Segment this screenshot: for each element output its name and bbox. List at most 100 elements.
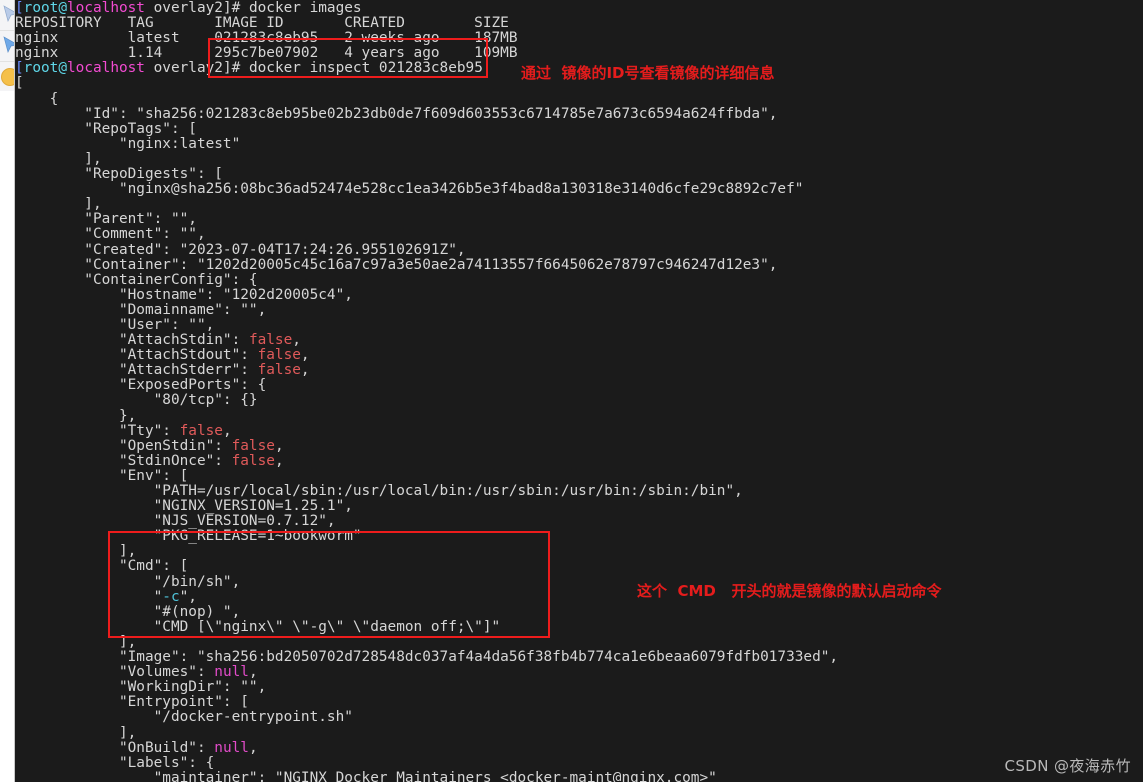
terminal-text: { — [15, 90, 59, 107]
terminal-line: "Volumes": null, — [15, 665, 1143, 680]
terminal-line: "ExposedPorts": { — [15, 378, 1143, 393]
terminal-text: "ExposedPorts": { — [15, 377, 267, 394]
json-key: "Volumes": — [15, 664, 215, 681]
terminal-line: "OnBuild": null, — [15, 739, 1143, 756]
terminal-text: "Cmd": [ — [15, 558, 189, 575]
terminal-line: "AttachStdin": false, — [15, 333, 1143, 348]
prompt-host: localhost — [67, 0, 145, 16]
terminal-text: "Container": "1202d20005c45c16a7c97a3e50… — [15, 256, 778, 273]
terminal-line: "OpenStdin": false, — [15, 437, 1143, 454]
terminal-text: "Image": "sha256:bd2050702d728548dc037af… — [15, 649, 839, 666]
terminal-text: ], — [15, 633, 137, 650]
json-literal: null — [214, 664, 249, 681]
terminal-text: "Hostname": "1202d20005c4", — [15, 286, 353, 303]
cursor-arrow-icon — [3, 5, 14, 22]
terminal-line: "Created": "2023-07-04T17:24:26.95510269… — [15, 242, 1143, 258]
sidebar-slot-3[interactable] — [0, 62, 14, 93]
json-key: "Tty": — [15, 422, 180, 439]
terminal-line: ], — [15, 633, 1143, 650]
terminal-line: "-c", — [15, 588, 1143, 605]
prompt-path: overlay2]# — [144, 60, 249, 77]
watermark: CSDN @夜海赤竹 — [1004, 757, 1131, 775]
terminal-line: "CMD [\"nginx\" \"-g\" \"daemon off;\"]" — [15, 618, 1143, 635]
json-flag-value: -c — [162, 588, 180, 605]
terminal-line: "Comment": "", — [15, 227, 1143, 242]
json-key: "OnBuild": — [15, 739, 215, 756]
terminal-text: "CMD [\"nginx\" \"-g\" \"daemon off;\"]" — [15, 618, 501, 635]
terminal-text: "Labels": { — [15, 754, 215, 771]
terminal-text: "User": "", — [15, 316, 215, 333]
terminal-text: ], — [15, 150, 102, 167]
terminal-line: "Hostname": "1202d20005c4", — [15, 286, 1143, 303]
terminal-line: "Cmd": [ — [15, 559, 1143, 574]
terminal-line: "nginx@sha256:08bc36ad52474e528cc1ea3426… — [15, 182, 1143, 197]
terminal-text: "Parent": "", — [15, 211, 197, 228]
terminal-text: "Domainname": "", — [15, 301, 267, 318]
json-punctuation: , — [274, 452, 284, 469]
prompt-bracket: [ — [15, 0, 24, 16]
json-key: "AttachStdout": — [15, 347, 258, 364]
terminal-line: ], — [15, 150, 1143, 167]
terminal-text: "/docker-entrypoint.sh" — [15, 709, 353, 726]
terminal-line: REPOSITORY TAG IMAGE ID CREATED SIZE — [15, 16, 1143, 31]
terminal-text: "nginx@sha256:08bc36ad52474e528cc1ea3426… — [15, 181, 804, 198]
terminal-line: { — [15, 90, 1143, 107]
annotation-cmd-default-start: 这个 CMD 开头的就是镜像的默认启动命令 — [637, 582, 942, 600]
terminal-line: "nginx:latest" — [15, 135, 1143, 152]
terminal-line: "PATH=/usr/local/sbin:/usr/local/bin:/us… — [15, 483, 1143, 499]
prompt-path: overlay2]# — [144, 0, 249, 16]
terminal-line: ], — [15, 544, 1143, 559]
json-literal: false — [257, 347, 301, 364]
json-literal: false — [231, 452, 275, 469]
terminal-command: docker images — [248, 0, 362, 16]
json-key: "OpenStdin": — [15, 437, 232, 454]
terminal-text: ], — [15, 724, 137, 741]
terminal-text: "PATH=/usr/local/sbin:/usr/local/bin:/us… — [15, 483, 743, 499]
terminal-command: docker inspect 021283c8eb95 — [248, 60, 483, 77]
terminal-text: nginx 1.14 295c7be07902 4 years ago 109M… — [15, 45, 518, 62]
terminal-line: "NJS_VERSION=0.7.12", — [15, 514, 1143, 529]
terminal-line: "WorkingDir": "", — [15, 680, 1143, 695]
terminal-line: "Domainname": "", — [15, 301, 1143, 318]
prompt-bracket: [ — [15, 60, 24, 77]
prompt-user: root@ — [23, 0, 67, 16]
terminal-text: "Entrypoint": [ — [15, 694, 249, 711]
terminal-text: "NJS_VERSION=0.7.12", — [15, 513, 336, 530]
terminal-line: "ContainerConfig": { — [15, 272, 1143, 288]
terminal-line: "Id": "sha256:021283c8eb95be02b23db0de7f… — [15, 105, 1143, 122]
terminal-text: "maintainer": "NGINX Docker Maintainers … — [15, 769, 717, 782]
terminal-line: "Parent": "", — [15, 212, 1143, 227]
terminal-text: "PKG_RELEASE=1~bookworm" — [15, 528, 362, 545]
terminal-line: "Entrypoint": [ — [15, 695, 1143, 710]
terminal-text: "/bin/sh", — [15, 573, 241, 590]
json-key: "AttachStdin": — [15, 332, 249, 349]
json-punctuation: , — [300, 362, 310, 379]
json-punctuation: , — [222, 422, 232, 439]
terminal-line: "AttachStderr": false, — [15, 363, 1143, 378]
sidebar-slot-2[interactable] — [0, 31, 14, 62]
terminal-text: "nginx:latest" — [15, 135, 241, 152]
json-literal: false — [248, 332, 293, 349]
terminal-text: "RepoDigests": [ — [15, 166, 223, 183]
terminal-line: "NGINX_VERSION=1.25.1", — [15, 499, 1143, 514]
terminal-output[interactable]: [root@localhost overlay2]# docker images… — [15, 0, 1143, 782]
terminal-line: "Labels": { — [15, 754, 1143, 771]
json-literal: false — [257, 362, 301, 379]
terminal-text: REPOSITORY TAG IMAGE ID CREATED SIZE — [15, 15, 509, 32]
sidebar-slot-1[interactable] — [0, 0, 14, 31]
terminal-line: "PKG_RELEASE=1~bookworm" — [15, 529, 1143, 544]
terminal-text: "WorkingDir": "", — [15, 679, 267, 696]
terminal-line: ], — [15, 724, 1143, 741]
json-key: "StdinOnce": — [15, 452, 232, 469]
terminal-text: "80/tcp": {} — [15, 392, 258, 409]
terminal-text: }, — [15, 407, 137, 424]
terminal-text: ], — [15, 543, 137, 560]
json-punctuation: ", — [179, 588, 197, 605]
terminal-text: [ — [15, 75, 24, 92]
terminal-line: "#(nop) ", — [15, 604, 1143, 620]
terminal-text: "Id": "sha256:021283c8eb95be02b23db0de7f… — [15, 105, 778, 122]
terminal-line: "AttachStdout": false, — [15, 348, 1143, 363]
sidebar-blank-area — [0, 91, 14, 782]
json-punctuation: , — [248, 664, 258, 681]
terminal-line: "maintainer": "NGINX Docker Maintainers … — [15, 769, 1143, 782]
